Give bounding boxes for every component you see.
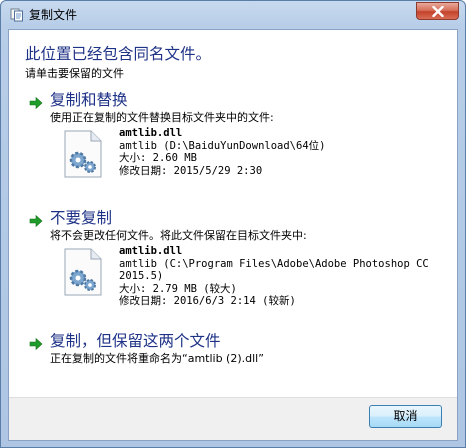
dll-gear-file-icon <box>64 130 102 178</box>
green-arrow-icon <box>29 337 43 351</box>
file-modified: 修改日期: 2016/6/3 2:14 (较新) <box>119 295 296 307</box>
option-title: 复制，但保留这两个文件 <box>50 332 221 350</box>
source-file-info: amtlib.dll amtlib (D:\BaiduYunDownload\6… <box>119 127 449 177</box>
option-description: 使用正在复制的文件替换目标文件夹中的文件: <box>50 111 274 124</box>
option-copy-and-replace[interactable]: 复制和替换 使用正在复制的文件替换目标文件夹中的文件: amtlib.dll a… <box>17 90 449 182</box>
cancel-button[interactable]: 取消 <box>369 405 442 428</box>
main-instruction: 此位置已经包含同名文件。 <box>25 45 212 63</box>
sub-instruction: 请单击要保留的文件 <box>25 67 124 80</box>
option-title: 不要复制 <box>50 209 113 227</box>
title-bar[interactable]: 复制文件 <box>1 1 465 29</box>
option-description: 正在复制的文件将重命名为“amtlib (2).dll” <box>50 352 264 365</box>
option-copy-keep-both[interactable]: 复制，但保留这两个文件 正在复制的文件将重命名为“amtlib (2).dll” <box>17 331 449 371</box>
copy-file-dialog: 复制文件 此位置已经包含同名文件。 请单击要保留的文件 复制和替换 使用正在复制… <box>0 0 466 448</box>
file-name: amtlib.dll <box>119 245 183 257</box>
file-name: amtlib.dll <box>119 127 183 139</box>
window-title: 复制文件 <box>29 8 78 22</box>
file-path: amtlib (C:\Program Files\Adobe\Adobe Pho… <box>119 257 429 283</box>
close-icon <box>432 6 444 17</box>
green-arrow-icon <box>29 96 43 110</box>
dll-gear-file-icon <box>64 248 102 296</box>
close-button[interactable] <box>416 2 459 20</box>
option-dont-copy[interactable]: 不要复制 将不会更改任何文件。将此文件保留在目标文件夹中: amtlib.dll… <box>17 208 449 314</box>
file-modified: 修改日期: 2015/5/29 2:30 <box>119 164 263 177</box>
file-size: 大小: 2.79 MB (较大) <box>119 282 237 295</box>
green-arrow-icon <box>29 214 43 228</box>
dialog-content: 此位置已经包含同名文件。 请单击要保留的文件 复制和替换 使用正在复制的文件替换… <box>8 29 458 441</box>
file-size: 大小: 2.60 MB <box>119 152 197 164</box>
file-path: amtlib (D:\BaiduYunDownload\64位) <box>119 139 326 152</box>
option-title: 复制和替换 <box>50 91 128 109</box>
option-description: 将不会更改任何文件。将此文件保留在目标文件夹中: <box>50 229 307 242</box>
destination-file-info: amtlib.dll amtlib (C:\Program Files\Adob… <box>119 245 449 308</box>
copy-file-icon <box>10 8 23 22</box>
dialog-footer: 取消 <box>9 397 457 440</box>
